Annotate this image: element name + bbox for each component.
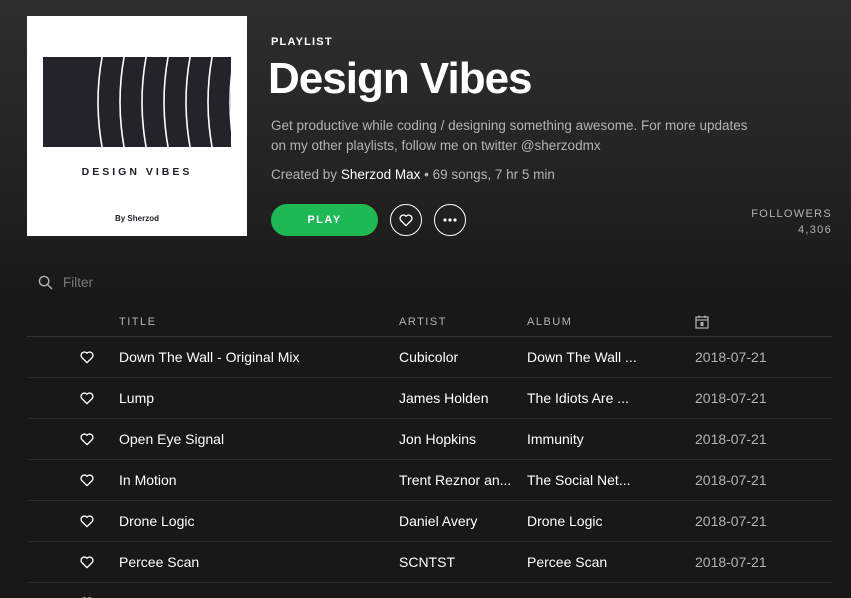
more-options-button[interactable] (434, 204, 466, 236)
heart-outline-icon (399, 214, 413, 227)
heart-outline-icon[interactable] (79, 554, 95, 570)
followers-label: FOLLOWERS (751, 208, 832, 220)
track-album[interactable]: Drone Logic (527, 513, 645, 530)
track-title: Lump (119, 390, 155, 406)
track-list: Down The Wall - Original Mix Cubicolor D… (27, 337, 832, 598)
track-artist[interactable]: Trent Reznor an... (399, 472, 515, 489)
track-row[interactable]: Down The Wall - Original Mix Cubicolor D… (27, 337, 832, 378)
owner-link[interactable]: Sherzod Max (341, 167, 421, 182)
track-title: Down The Wall - Original Mix (119, 349, 300, 365)
track-date-added: 2018-07-21 (695, 390, 767, 406)
track-title: Percee Scan (119, 554, 200, 570)
track-row[interactable]: Open Eye Signal Jon Hopkins Immunity 201… (27, 419, 832, 460)
track-title: Open Eye Signal (119, 431, 225, 447)
track-artist[interactable]: Cubicolor (399, 349, 515, 366)
playlist-meta: Created by Sherzod Max • 69 songs, 7 hr … (271, 167, 555, 182)
created-by-label: Created by (271, 167, 338, 182)
track-artist[interactable]: Jon Hopkins (399, 431, 515, 448)
column-header-album[interactable]: ALBUM (527, 316, 572, 328)
cover-artwork (43, 57, 231, 147)
search-icon (38, 275, 53, 289)
heart-outline-icon[interactable] (79, 431, 95, 447)
track-album[interactable]: Down The Wall ... (527, 349, 645, 366)
followers-count: 4,306 (797, 224, 832, 236)
heart-outline-icon[interactable] (79, 390, 95, 406)
followers-block: FOLLOWERS 4,306 (751, 206, 832, 238)
track-artist[interactable]: James Holden (399, 390, 515, 407)
cover-title: DESIGN VIBES (81, 166, 193, 178)
track-album[interactable]: Immunity (527, 431, 645, 448)
heart-outline-icon[interactable] (79, 349, 95, 365)
calendar-icon (695, 315, 709, 329)
filter-box (38, 272, 238, 292)
track-album[interactable]: The Social Net... (527, 472, 645, 489)
playlist-kind-label: PLAYLIST (271, 36, 333, 48)
cover-arcs-graphic (97, 57, 231, 147)
heart-outline-icon[interactable] (79, 513, 95, 529)
track-row[interactable] (27, 583, 832, 598)
column-header-artist[interactable]: ARTIST (399, 316, 447, 328)
track-artist[interactable]: Daniel Avery (399, 513, 515, 530)
track-row[interactable]: Percee Scan SCNTST Percee Scan 2018-07-2… (27, 542, 832, 583)
track-row[interactable]: Lump James Holden The Idiots Are ... 201… (27, 378, 832, 419)
track-row[interactable]: In Motion Trent Reznor an... The Social … (27, 460, 832, 501)
track-list-header: TITLE ARTIST ALBUM (27, 310, 832, 337)
track-title: Drone Logic (119, 513, 195, 529)
column-header-title[interactable]: TITLE (119, 316, 156, 328)
play-button[interactable]: PLAY (271, 204, 378, 236)
playlist-stats: • 69 songs, 7 hr 5 min (420, 167, 555, 182)
playlist-cover[interactable]: DESIGN VIBES By Sherzod (27, 16, 247, 236)
playlist-title: Design Vibes (268, 54, 533, 103)
track-date-added: 2018-07-21 (695, 472, 767, 488)
track-date-added: 2018-07-21 (695, 349, 767, 365)
track-date-added: 2018-07-21 (695, 513, 767, 529)
track-album[interactable]: Percee Scan (527, 554, 645, 571)
track-row[interactable]: Drone Logic Daniel Avery Drone Logic 201… (27, 501, 832, 542)
track-date-added: 2018-07-21 (695, 554, 767, 570)
track-title: In Motion (119, 472, 177, 488)
track-date-added: 2018-07-21 (695, 431, 767, 447)
more-horizontal-icon (443, 218, 457, 222)
track-album[interactable]: The Idiots Are ... (527, 390, 645, 407)
track-artist[interactable]: SCNTST (399, 554, 515, 571)
save-playlist-button[interactable] (390, 204, 422, 236)
column-header-date[interactable] (695, 315, 709, 332)
cover-byline: By Sherzod (114, 214, 159, 223)
heart-outline-icon[interactable] (79, 472, 95, 488)
filter-input[interactable] (63, 274, 233, 290)
playlist-description: Get productive while coding / designing … (271, 118, 748, 153)
